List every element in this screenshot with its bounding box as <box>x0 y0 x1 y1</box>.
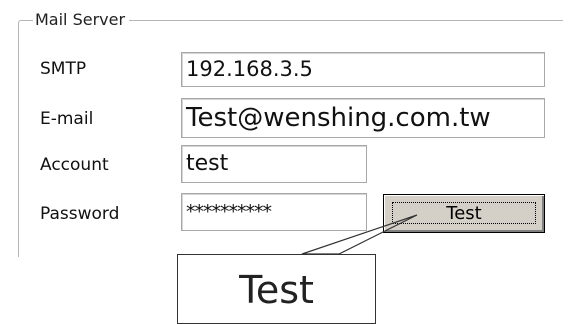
callout-label: Test <box>239 268 314 312</box>
callout-box: Test <box>177 254 376 324</box>
